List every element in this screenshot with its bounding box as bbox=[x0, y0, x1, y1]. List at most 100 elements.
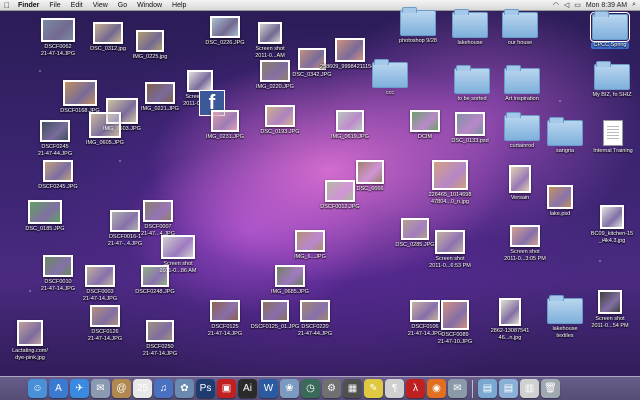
desktop-item-photo[interactable]: IMG_0231.JPG bbox=[195, 110, 255, 141]
desktop-item-photo[interactable]: BC09_kitchen-15 _i4k4.3.jpg bbox=[582, 205, 640, 244]
folder-icon bbox=[502, 9, 538, 38]
battery-icon[interactable]: ▭ bbox=[574, 1, 581, 9]
desktop-item-label: DSCF0089 21-47-10.JPG bbox=[437, 332, 473, 345]
illustrator-icon[interactable]: Ai bbox=[238, 379, 257, 398]
desktop-item-folder[interactable]: our house bbox=[490, 9, 550, 47]
desktop-item-folder[interactable]: ccc bbox=[360, 59, 420, 97]
clock[interactable]: Mon 8:39 AM bbox=[586, 2, 627, 9]
iphoto-icon[interactable]: ✿ bbox=[175, 379, 194, 398]
desktop-item-photo[interactable]: DSCF0089 21-47-10.JPG bbox=[425, 300, 485, 345]
desktop-item-photo[interactable]: DSC_0133.psd bbox=[440, 112, 500, 145]
desktop-item-photo[interactable]: DSCF0220 21-47-44.JPG bbox=[285, 300, 345, 337]
time-machine-icon[interactable]: ◷ bbox=[301, 379, 320, 398]
desktop-item-label: DSC_0226.JPG bbox=[205, 40, 245, 46]
volume-icon[interactable]: ◁ bbox=[564, 1, 569, 9]
downloads-stack-icon[interactable]: ▥ bbox=[520, 379, 539, 398]
desktop-item-photo[interactable]: Screen shot 2011-0...54 PM bbox=[580, 290, 640, 329]
desktop-item-label: photoshop 9/28 bbox=[399, 38, 437, 44]
desktop-item-label: Screen shot 2011-0...6:53 PM bbox=[429, 256, 471, 269]
desktop-item-photo[interactable]: 226465_1014698 47804...0_n.jpg bbox=[420, 160, 480, 205]
documents-folder-icon[interactable]: ▤ bbox=[499, 379, 518, 398]
desktop-item-label: Screen shot 2011-0...AM bbox=[255, 46, 285, 59]
textedit-icon[interactable]: ¶ bbox=[385, 379, 404, 398]
desktop-item-photo[interactable]: DSC_0185.JPG bbox=[15, 200, 75, 233]
desktop-item-label: DSC_0185.JPG bbox=[25, 226, 65, 232]
mail-icon[interactable]: ✉ bbox=[91, 379, 110, 398]
word-icon[interactable]: W bbox=[259, 379, 278, 398]
app-store-icon[interactable]: A bbox=[49, 379, 68, 398]
desktop-item-photo[interactable]: IMG_0619.JPG bbox=[320, 110, 380, 141]
menu-finder[interactable]: Finder bbox=[14, 2, 45, 9]
menu-window[interactable]: Window bbox=[133, 2, 168, 9]
desktop-item-folder[interactable]: CPCC Spring bbox=[580, 11, 640, 49]
desktop-item-label: DSCF0248.JPG bbox=[135, 289, 175, 295]
menu-go[interactable]: Go bbox=[114, 2, 133, 9]
stickies-icon[interactable]: ✎ bbox=[364, 379, 383, 398]
desktop-item-photo[interactable]: Screen shot 2011-0...6:53 PM bbox=[420, 230, 480, 269]
folder-icon bbox=[504, 65, 540, 94]
desktop-item-photo[interactable]: lake.psd bbox=[530, 185, 590, 218]
address-book-icon[interactable]: @ bbox=[112, 379, 131, 398]
desktop-item-folder[interactable]: Art inspiration bbox=[492, 65, 552, 103]
photo-thumbnail-icon bbox=[41, 18, 75, 42]
menu-bar:  Finder File Edit View Go Window Help ◠… bbox=[0, 0, 640, 11]
spotlight-icon[interactable]: ⌕ bbox=[632, 1, 636, 9]
desktop-item-photo[interactable]: DSCF0248.JPG bbox=[125, 265, 185, 296]
menu-help[interactable]: Help bbox=[168, 2, 192, 9]
desktop-item-photo[interactable]: DSCF0012.JPG bbox=[310, 180, 370, 211]
desktop-item-photo[interactable]: DSCF0007 21-47...4.JPG bbox=[128, 200, 188, 237]
desktop-item-folder[interactable]: photoshop 9/28 bbox=[388, 7, 448, 45]
ical-icon[interactable]: 25 bbox=[133, 379, 152, 398]
folder-icon bbox=[547, 117, 583, 146]
firefox-icon[interactable]: ◉ bbox=[427, 379, 446, 398]
wifi-icon[interactable]: ◠ bbox=[553, 1, 559, 9]
menu-view[interactable]: View bbox=[89, 2, 114, 9]
system-preferences-icon[interactable]: ⚙ bbox=[322, 379, 341, 398]
desktop-item-label: IMG_6...JPG bbox=[294, 254, 326, 260]
desktop-item-label: Internal Training bbox=[593, 148, 633, 154]
desktop-item-photo[interactable]: IMG_0225.jpg bbox=[120, 30, 180, 61]
desktop-item-photo[interactable]: DSCF0003 21-47-14.JPG bbox=[70, 265, 130, 302]
photoshop-icon[interactable]: Ps bbox=[196, 379, 215, 398]
photo-thumbnail-icon bbox=[600, 205, 624, 229]
desktop-item-label: lake.psd bbox=[549, 211, 571, 217]
desktop-item-photo[interactable]: IMG_0220.JPG bbox=[245, 60, 305, 91]
desktop-item-photo[interactable]: IMG_0605.JPG bbox=[75, 112, 135, 147]
desktop-item-label: Versain bbox=[510, 195, 530, 201]
desktop-item-folder[interactable]: My BIZ, fo SHIZ bbox=[582, 61, 640, 99]
desktop-item-photo[interactable]: IMG_6...JPG bbox=[280, 230, 340, 261]
photo-thumbnail-icon bbox=[43, 255, 73, 277]
acrobat-icon[interactable]: λ bbox=[406, 379, 425, 398]
itunes-icon[interactable]: ♫ bbox=[154, 379, 173, 398]
safari-icon[interactable]: ✈ bbox=[70, 379, 89, 398]
desktop-item-label: 2862-13087541 46...n.jpg bbox=[490, 328, 530, 341]
menu-edit[interactable]: Edit bbox=[67, 2, 89, 9]
preview-icon[interactable]: ❀ bbox=[280, 379, 299, 398]
desktop-item-photo[interactable]: Lactating.com/ dye-pink.jpg bbox=[0, 320, 60, 361]
dock-separator bbox=[472, 379, 473, 398]
photobooth-icon[interactable]: ▣ bbox=[217, 379, 236, 398]
desktop-item-photo[interactable]: DSCF0250 21-47-14.JPG bbox=[130, 320, 190, 357]
desktop-item-photo[interactable]: DSCF0126 21-47-14.JPG bbox=[75, 305, 135, 342]
photo-thumbnail-icon bbox=[210, 300, 240, 322]
apple-menu-icon[interactable]:  bbox=[0, 1, 14, 10]
mail-app-icon[interactable]: ✉ bbox=[448, 379, 467, 398]
calculator-icon[interactable]: ▦ bbox=[343, 379, 362, 398]
desktop-item-photo[interactable]: 2862-13087541 46...n.jpg bbox=[480, 298, 540, 341]
desktop-item-photo[interactable]: DSCF0245.JPG bbox=[28, 160, 88, 191]
photo-thumbnail-icon bbox=[146, 320, 174, 342]
desktop-item-photo[interactable]: DSC_0193.JPG bbox=[250, 105, 310, 136]
desktop-item-photo[interactable]: IMG_0685.JPG bbox=[260, 265, 320, 296]
desktop-item-label: CPCC Spring bbox=[591, 42, 629, 49]
trash-icon[interactable]: 🗑 bbox=[541, 379, 560, 398]
desktop-item-document[interactable]: Internal Training bbox=[583, 120, 640, 155]
desktop-item-photo[interactable]: Screen shot 2011-0...3:05 PM bbox=[495, 225, 555, 262]
desktop-item-label: IMG_0231.JPG bbox=[206, 134, 244, 140]
applications-folder-icon[interactable]: ▤ bbox=[478, 379, 497, 398]
desktop-item-label: ccc bbox=[385, 90, 395, 96]
finder-icon[interactable]: ☺ bbox=[28, 379, 47, 398]
photo-thumbnail-icon bbox=[187, 70, 213, 92]
desktop-item-label: lakehouse textiles bbox=[552, 326, 578, 339]
menu-file[interactable]: File bbox=[45, 2, 66, 9]
photo-thumbnail-icon bbox=[40, 120, 70, 142]
